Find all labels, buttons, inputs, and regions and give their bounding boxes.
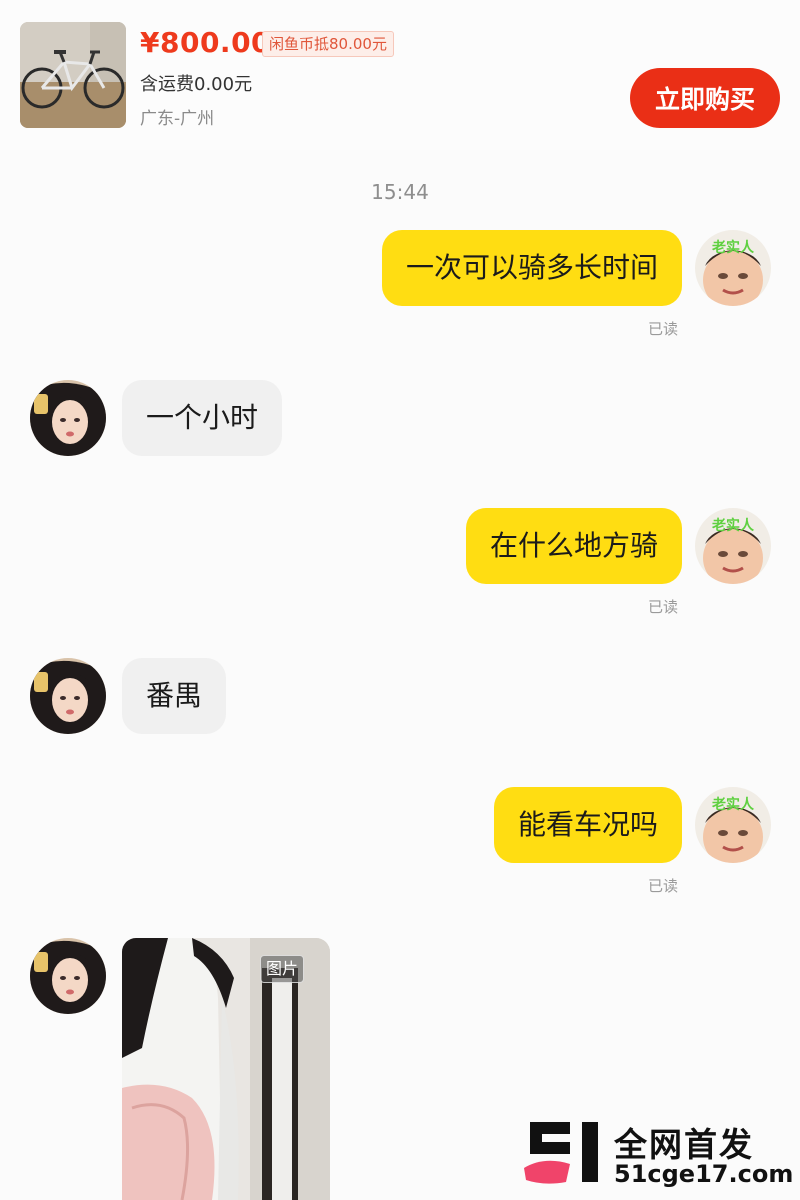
svg-text:老实人: 老实人 — [712, 239, 755, 256]
svg-text:老实人: 老实人 — [712, 517, 755, 534]
seller-message-bubble[interactable]: 一个小时 — [122, 380, 283, 456]
product-thumbnail[interactable] — [20, 22, 126, 128]
my-avatar[interactable]: 老实人 — [695, 787, 771, 863]
my-message-bubble[interactable]: 在什么地方骑 — [465, 508, 682, 584]
coin-offset-badge: 闲鱼币抵80.00元 — [262, 31, 394, 57]
watermark-logo-icon — [522, 1118, 608, 1186]
shipping-fee: 含运费0.00元 — [140, 74, 253, 95]
watermark-url: 51cge17.com — [614, 1160, 794, 1188]
seller-avatar[interactable] — [30, 380, 106, 456]
chat-timestamp: 15:44 — [371, 180, 429, 204]
watermark-title: 全网首发 — [614, 1125, 754, 1164]
seller-location: 广东-广州 — [140, 109, 215, 129]
seller-message-bubble[interactable]: 番禺 — [122, 658, 227, 734]
image-tag-badge: 图片 — [260, 955, 305, 983]
seller-avatar[interactable] — [30, 658, 106, 734]
my-message-bubble[interactable]: 一次可以骑多长时间 — [381, 230, 682, 306]
my-avatar[interactable]: 老实人 — [695, 508, 771, 584]
buy-now-button[interactable]: 立即购买 — [630, 68, 780, 128]
seller-avatar[interactable] — [30, 938, 106, 1014]
read-status: 已读 — [648, 320, 679, 338]
read-status: 已读 — [648, 598, 679, 616]
svg-text:老实人: 老实人 — [712, 796, 755, 813]
my-avatar[interactable]: 老实人 — [695, 230, 771, 306]
my-message-bubble[interactable]: 能看车况吗 — [493, 787, 682, 863]
product-price: ¥800.00 — [140, 26, 272, 59]
product-bar[interactable]: ¥800.00 闲鱼币抵80.00元 含运费0.00元 广东-广州 立即购买 — [0, 0, 800, 150]
read-status: 已读 — [648, 877, 679, 895]
